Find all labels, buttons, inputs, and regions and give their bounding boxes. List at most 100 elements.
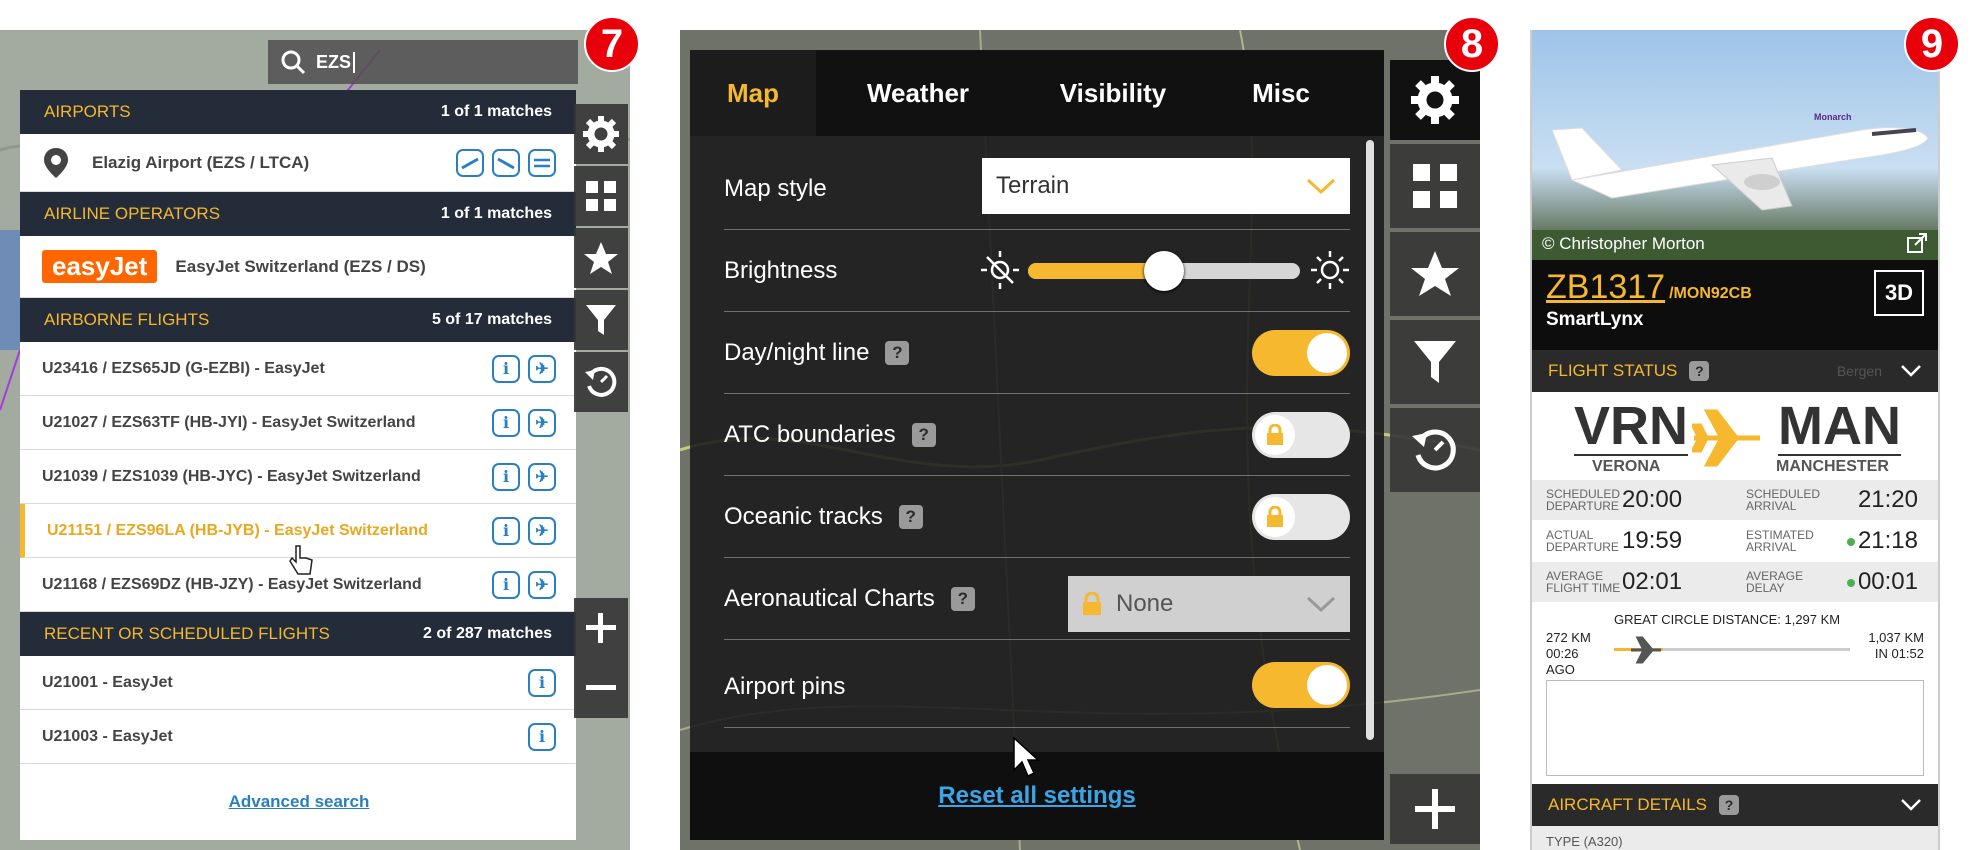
section-airports: AIRPORTS 1 of 1 matches (20, 90, 576, 134)
gear-icon (1411, 76, 1459, 124)
flight-header: ZB1317/MON92CB SmartLynx 3D (1532, 260, 1938, 350)
setting-oceanic: Oceanic tracks? (724, 476, 1350, 558)
operator-result[interactable]: easyJet EasyJet Switzerland (EZS / DS) (20, 236, 576, 298)
schedule-row: SCHEDULED DEPARTURE 20:00 SCHEDULED ARRIVA… (1532, 480, 1938, 520)
tab-weather[interactable]: Weather (816, 50, 1020, 136)
filter-button[interactable] (1390, 320, 1480, 404)
progress-left: 272 KM 00:26 AGO (1546, 630, 1591, 674)
brightness-high-icon (1311, 251, 1349, 289)
zoom-in-button[interactable] (1390, 774, 1480, 844)
flight-result-row[interactable]: U23416 / EZS65JD (G-EZBI) - EasyJet i ✈ (20, 342, 576, 396)
advanced-search-link[interactable]: Advanced search (229, 792, 370, 812)
plane-icon[interactable]: ✈ (528, 516, 556, 545)
average-flight-time: 02:01 (1622, 568, 1683, 595)
info-icon[interactable]: i (492, 570, 520, 599)
section-count: 1 of 1 matches (440, 205, 552, 222)
brightness-slider[interactable] (1028, 251, 1300, 291)
aero-charts-select[interactable]: None (1068, 576, 1350, 632)
flight-result-row[interactable]: U21039 / EZS1039 (HB-JYC) - EasyJet Swit… (20, 450, 576, 504)
search-icon (281, 50, 306, 75)
zoom-in-button[interactable] (574, 598, 628, 658)
chevron-down-icon (1901, 365, 1921, 377)
departures-icon[interactable] (456, 148, 484, 177)
flight-number: ZB1317 (1546, 268, 1666, 306)
settings-button-active[interactable] (1390, 60, 1480, 140)
section-airborne-flights: AIRBORNE FLIGHTS 5 of 17 matches (20, 298, 576, 342)
playback-icon (1412, 429, 1456, 471)
chevron-down-icon (1306, 596, 1336, 613)
grid-icon (586, 181, 616, 211)
destination-code: MAN (1778, 396, 1901, 456)
plane-progress-icon (1631, 636, 1661, 664)
3d-view-button[interactable]: 3D (1874, 270, 1924, 316)
filter-icon (586, 305, 616, 335)
help-icon[interactable]: ? (911, 422, 936, 447)
info-icon[interactable]: i (492, 354, 520, 383)
info-icon[interactable]: i (492, 516, 520, 545)
help-icon[interactable]: ? (1689, 361, 1710, 381)
flight-status-bar[interactable]: FLIGHT STATUS? Bergen (1532, 350, 1938, 392)
help-icon[interactable]: ? (1719, 795, 1740, 815)
search-input[interactable]: EZS (316, 51, 356, 73)
filter-button[interactable] (574, 290, 628, 350)
plane-icon[interactable]: ✈ (528, 462, 556, 491)
playback-button[interactable] (1390, 408, 1480, 492)
recent-flight-row[interactable]: U21001 - EasyJet i (20, 656, 576, 710)
time-flown-suffix: AGO (1546, 662, 1575, 674)
distance-block: GREAT CIRCLE DISTANCE: 1,297 KM 272 KM 00… (1532, 604, 1938, 674)
info-icon[interactable]: i (492, 462, 520, 491)
airplane-route-icon (1692, 409, 1760, 467)
favorites-button[interactable] (574, 228, 628, 288)
arrivals-icon[interactable] (492, 148, 520, 177)
tab-visibility[interactable]: Visibility (1020, 50, 1206, 136)
brightness-low-icon (981, 251, 1019, 289)
search-box[interactable]: EZS (268, 40, 578, 84)
help-icon[interactable]: ? (950, 586, 975, 611)
tab-map[interactable]: Map (690, 50, 816, 136)
plane-icon[interactable]: ✈ (528, 570, 556, 599)
playback-button[interactable] (574, 352, 628, 412)
row-label-2: DEPARTURE (1546, 499, 1619, 513)
settings-scrollbar[interactable] (1366, 140, 1374, 740)
oceanic-toggle[interactable] (1252, 494, 1350, 540)
airport-pins-toggle[interactable] (1252, 662, 1350, 708)
star-icon (584, 242, 618, 274)
distance-remaining: 1,037 KM (1868, 630, 1924, 645)
minus-icon (586, 685, 616, 690)
favorites-button[interactable] (1390, 232, 1480, 316)
info-icon[interactable]: i (492, 408, 520, 437)
airport-row: Elazig Airport (EZS / LTCA) (42, 146, 309, 180)
reset-all-settings-link[interactable]: Reset all settings (938, 782, 1135, 810)
help-icon[interactable]: ? (885, 340, 910, 365)
setting-label: Aeronautical Charts (724, 584, 935, 612)
brightness-handle[interactable] (1144, 251, 1184, 291)
settings-button[interactable] (574, 104, 628, 164)
external-link-icon[interactable] (1906, 232, 1928, 254)
airport-board-icon[interactable] (528, 148, 556, 177)
widgets-button[interactable] (574, 166, 628, 226)
info-icon[interactable]: i (528, 668, 556, 697)
daynight-toggle[interactable] (1252, 330, 1350, 376)
atc-toggle[interactable] (1252, 412, 1350, 458)
widgets-button[interactable] (1390, 144, 1480, 228)
airport-result[interactable]: Elazig Airport (EZS / LTCA) (20, 134, 576, 192)
plane-icon[interactable]: ✈ (528, 354, 556, 383)
flight-callsign: /MON92CB (1669, 285, 1752, 302)
setting-label: Airport pins (724, 672, 846, 700)
3d-icon: 3D (1884, 280, 1914, 305)
progress-right: 1,037 KM IN 01:52 (1868, 630, 1924, 662)
flight-result-row[interactable]: U21027 / EZS63TF (HB-JYI) - EasyJet Swit… (20, 396, 576, 450)
section-count: 2 of 287 matches (423, 625, 552, 642)
help-icon[interactable]: ? (898, 504, 923, 529)
aircraft-photo[interactable]: Monarch © Christopher Morton (1532, 30, 1938, 260)
info-icon[interactable]: i (528, 722, 556, 751)
section-title: AIRLINE OPERATORS (44, 204, 221, 223)
row-label: SCHEDULED ARRIVAL (1732, 488, 1822, 512)
tab-misc[interactable]: Misc (1206, 50, 1356, 136)
recent-flight-row[interactable]: U21003 - EasyJet i (20, 710, 576, 764)
row-label-2: DELAY (1746, 581, 1785, 595)
plane-icon[interactable]: ✈ (528, 408, 556, 437)
map-style-select[interactable]: Terrain (982, 158, 1350, 214)
aircraft-details-bar[interactable]: AIRCRAFT DETAILS? (1532, 784, 1938, 826)
zoom-out-button[interactable] (574, 658, 628, 718)
